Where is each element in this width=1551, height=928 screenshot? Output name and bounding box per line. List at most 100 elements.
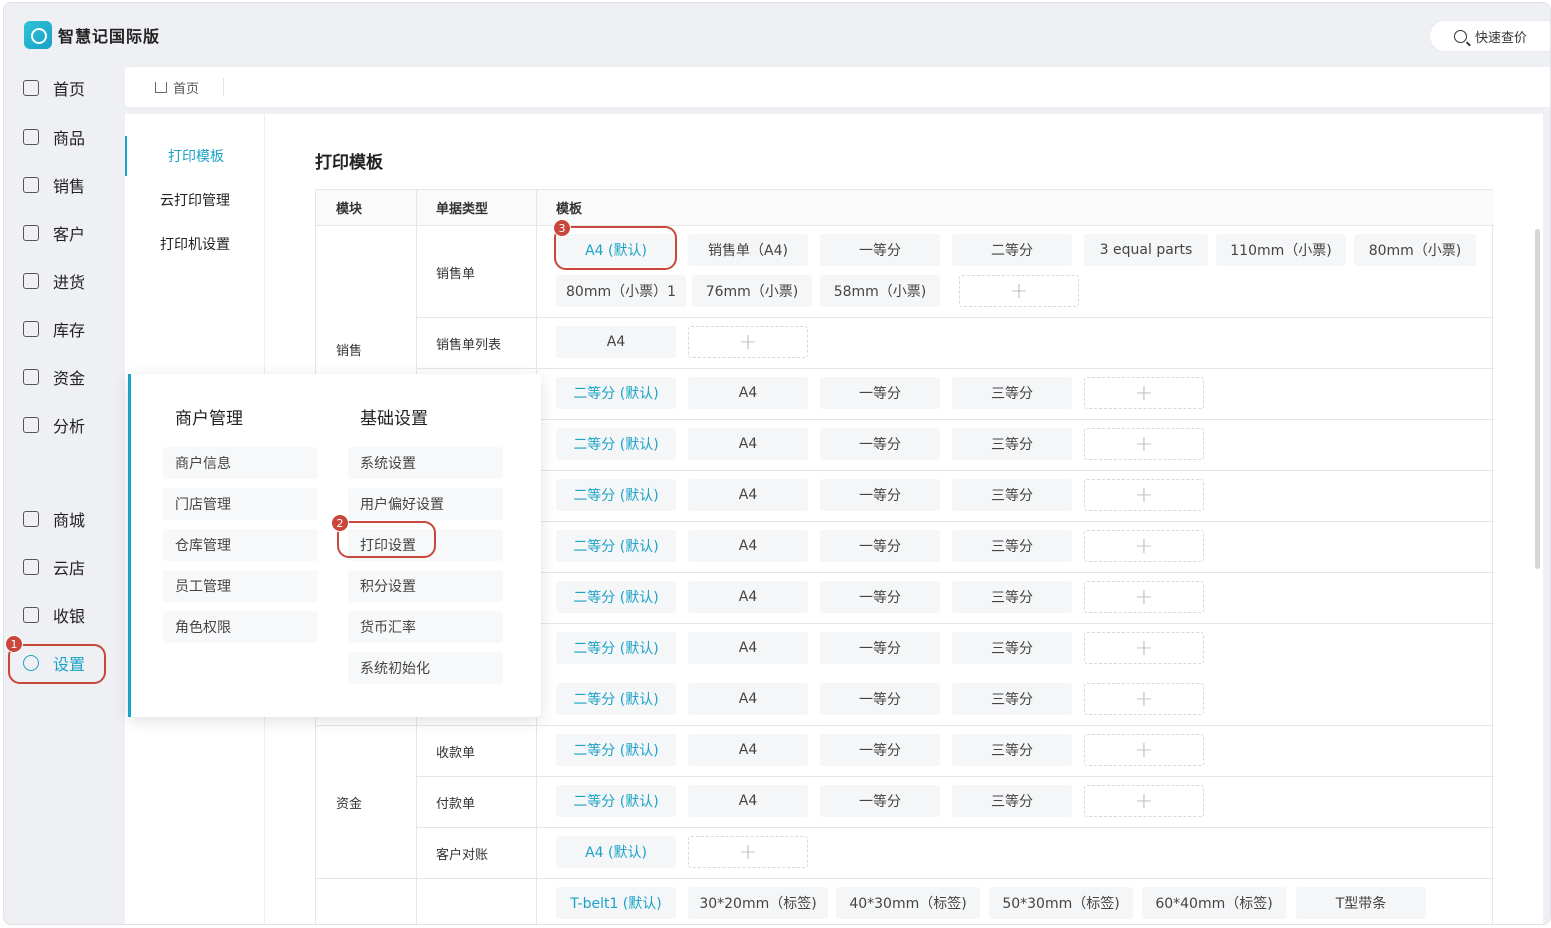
menu-system-init[interactable]: 系统初始化	[348, 652, 503, 684]
template-chip[interactable]: 三等分	[952, 479, 1072, 511]
template-chip[interactable]: T-belt1 (默认)	[556, 887, 676, 919]
template-chip[interactable]: 三等分	[952, 530, 1072, 562]
nav-item-funds[interactable]: 资金	[19, 359, 111, 395]
template-chip[interactable]: 二等分 (默认)	[556, 785, 676, 817]
template-chip[interactable]: 二等分 (默认)	[556, 479, 676, 511]
nav-item-purchase[interactable]: 进货	[19, 263, 111, 299]
doctype-customer-reconcile: 客户对账	[436, 848, 489, 863]
template-chip[interactable]: 一等分	[820, 428, 940, 460]
template-chip[interactable]: 二等分 (默认)	[556, 632, 676, 664]
vertical-scrollbar[interactable]	[1535, 229, 1540, 569]
template-chip[interactable]: 一等分	[820, 632, 940, 664]
template-chip[interactable]: 一等分	[820, 234, 940, 266]
template-chip[interactable]: 一等分	[820, 377, 940, 409]
breadcrumb-home[interactable]: 首页	[173, 78, 199, 97]
template-chip[interactable]: 60*40mm（标签)	[1142, 887, 1286, 919]
template-chip[interactable]: A4	[688, 734, 808, 766]
quick-search-button[interactable]: 快速查价	[1430, 21, 1550, 51]
nav-item-customers[interactable]: 客户	[19, 215, 111, 251]
template-chip[interactable]: 三等分	[952, 785, 1072, 817]
add-template-button[interactable]: +	[959, 275, 1079, 307]
add-template-button[interactable]: +	[1084, 785, 1204, 817]
template-chip[interactable]: 50*30mm（标签)	[989, 887, 1133, 919]
template-chip[interactable]: A4	[688, 581, 808, 613]
template-chip[interactable]: 一等分	[820, 479, 940, 511]
menu-currency-rates[interactable]: 货币汇率	[348, 611, 503, 643]
template-chip[interactable]: 三等分	[952, 632, 1072, 664]
nav-item-inventory[interactable]: 库存	[19, 311, 111, 347]
menu-warehouse-management[interactable]: 仓库管理	[163, 529, 318, 561]
menu-merchant-info[interactable]: 商户信息	[163, 447, 318, 479]
template-chip[interactable]: 80mm（小票)	[1354, 234, 1476, 266]
template-chip[interactable]: 二等分 (默认)	[556, 428, 676, 460]
template-chip[interactable]: A4 (默认)	[556, 836, 676, 868]
template-chip[interactable]: 一等分	[820, 683, 940, 715]
template-chip[interactable]: 58mm（小票)	[820, 275, 940, 307]
template-chip[interactable]: 3 equal parts	[1084, 234, 1208, 266]
add-template-button[interactable]: +	[688, 836, 808, 868]
app-window: 智慧记国际版 快速查价 首页 商品 销售 客户 进货 库存 资金 分析 商城 云…	[3, 2, 1551, 925]
template-chip[interactable]: 三等分	[952, 683, 1072, 715]
template-chip[interactable]: 一等分	[820, 581, 940, 613]
menu-points-settings[interactable]: 积分设置	[348, 570, 503, 602]
home-icon	[155, 81, 167, 93]
nav-item-cashier[interactable]: 收银	[19, 597, 111, 633]
add-template-button[interactable]: +	[688, 326, 808, 358]
nav-item-cloud-store[interactable]: 云店	[19, 549, 111, 585]
template-chip[interactable]: 一等分	[820, 785, 940, 817]
template-chip[interactable]: 三等分	[952, 581, 1072, 613]
template-chip[interactable]: 30*20mm（标签)	[688, 887, 828, 919]
template-chip[interactable]: A4	[688, 530, 808, 562]
template-chip[interactable]: 三等分	[952, 428, 1072, 460]
template-chip[interactable]: 三等分	[952, 377, 1072, 409]
nav-item-goods[interactable]: 商品	[19, 119, 111, 155]
add-template-button[interactable]: +	[1084, 479, 1204, 511]
menu-system-settings[interactable]: 系统设置	[348, 447, 503, 479]
template-chip[interactable]: T型带条	[1296, 887, 1426, 919]
row-divider	[416, 827, 1494, 828]
template-chip[interactable]: 76mm（小票)	[692, 275, 812, 307]
nav-item-analysis[interactable]: 分析	[19, 407, 111, 443]
template-chip[interactable]: A4	[688, 428, 808, 460]
template-chip[interactable]: 80mm（小票）1	[556, 275, 686, 307]
template-chip[interactable]: 110mm（小票)	[1216, 234, 1346, 266]
template-chip[interactable]: 40*30mm（标签)	[836, 887, 980, 919]
template-chip[interactable]: A4	[688, 632, 808, 664]
template-chip[interactable]: A4	[688, 785, 808, 817]
app-title: 智慧记国际版	[58, 27, 161, 46]
highlight-ring-template	[554, 226, 677, 270]
step-badge-1: 1	[5, 635, 23, 653]
subnav-printer-settings[interactable]: 打印机设置	[125, 224, 265, 264]
template-chip[interactable]: 二等分 (默认)	[556, 581, 676, 613]
add-template-button[interactable]: +	[1084, 530, 1204, 562]
template-chip[interactable]: 一等分	[820, 734, 940, 766]
subnav-cloud-print[interactable]: 云打印管理	[125, 180, 265, 220]
template-chip[interactable]: A4	[688, 479, 808, 511]
add-template-button[interactable]: +	[1084, 428, 1204, 460]
menu-user-preferences[interactable]: 用户偏好设置	[348, 488, 503, 520]
template-chip[interactable]: 二等分 (默认)	[556, 683, 676, 715]
template-chip[interactable]: A4	[688, 377, 808, 409]
template-chip[interactable]: 三等分	[952, 734, 1072, 766]
menu-staff-management[interactable]: 员工管理	[163, 570, 318, 602]
add-template-button[interactable]: +	[1084, 581, 1204, 613]
add-template-button[interactable]: +	[1084, 734, 1204, 766]
template-chip[interactable]: 二等分 (默认)	[556, 734, 676, 766]
add-template-button[interactable]: +	[1084, 683, 1204, 715]
module-sales: 销售	[336, 344, 363, 359]
template-chip[interactable]: 二等分 (默认)	[556, 530, 676, 562]
template-chip[interactable]: A4	[688, 683, 808, 715]
template-chip[interactable]: A4	[556, 326, 676, 358]
add-template-button[interactable]: +	[1084, 632, 1204, 664]
template-chip[interactable]: 一等分	[820, 530, 940, 562]
nav-item-home[interactable]: 首页	[19, 70, 111, 106]
template-chip[interactable]: 销售单（A4)	[688, 234, 808, 266]
nav-item-mall[interactable]: 商城	[19, 501, 111, 537]
nav-item-sales[interactable]: 销售	[19, 167, 111, 203]
template-chip[interactable]: 二等分	[952, 234, 1072, 266]
menu-store-management[interactable]: 门店管理	[163, 488, 318, 520]
add-template-button[interactable]: +	[1084, 377, 1204, 409]
template-chip[interactable]: 二等分 (默认)	[556, 377, 676, 409]
menu-role-permissions[interactable]: 角色权限	[163, 611, 318, 643]
subnav-print-templates[interactable]: 打印模板	[125, 136, 265, 176]
